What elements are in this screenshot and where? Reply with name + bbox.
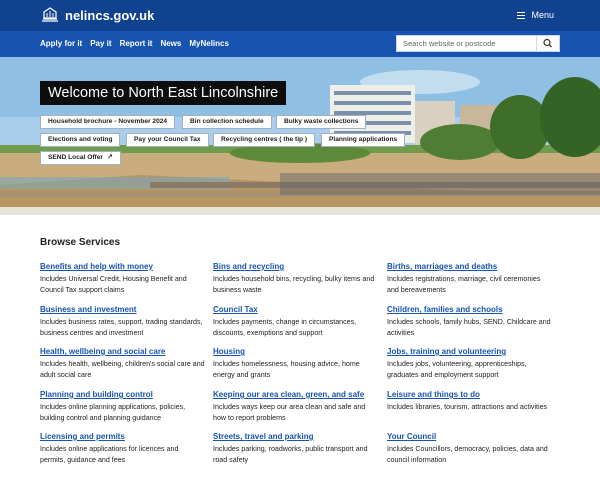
service-benefits: Benefits and help with money Includes Un…: [40, 262, 205, 295]
hamburger-icon: [517, 11, 526, 19]
quick-link-send-local-offer[interactable]: SEND Local Offer ↗: [40, 151, 121, 165]
site-header: nelincs.gov.uk Menu: [0, 0, 600, 31]
service-description: Includes Universal Credit, Housing Benef…: [40, 275, 187, 294]
service-description: Includes online planning applications, p…: [40, 403, 186, 422]
search-icon: [543, 38, 552, 48]
service-link[interactable]: Business and investment: [40, 305, 205, 315]
service-description: Includes ways keep our area clean and sa…: [213, 403, 366, 422]
service-leisure: Leisure and things to do Includes librar…: [387, 390, 552, 413]
service-description: Includes Councillors, democracy, policie…: [387, 445, 548, 464]
service-housing: Housing Includes homelessness, housing a…: [213, 347, 378, 380]
service-health: Health, wellbeing and social care Includ…: [40, 347, 205, 380]
service-link[interactable]: Jobs, training and volunteering: [387, 347, 552, 357]
quick-link-elections[interactable]: Elections and voting: [40, 133, 121, 147]
search-input[interactable]: [397, 36, 535, 51]
service-description: Includes business rates, support, tradin…: [40, 318, 203, 337]
council-logo-icon[interactable]: [40, 6, 60, 24]
hero-title: Welcome to North East Lincolnshire: [40, 81, 287, 105]
service-description: Includes household bins, recycling, bulk…: [213, 275, 375, 294]
service-description: Includes libraries, tourism, attractions…: [387, 403, 548, 411]
service-link[interactable]: Planning and building control: [40, 390, 205, 400]
quick-link-recycling-centres[interactable]: Recycling centres ( the tip ): [213, 133, 316, 147]
service-streets: Streets, travel and parking Includes par…: [213, 432, 378, 465]
service-description: Includes payments, change in circumstanc…: [213, 318, 357, 337]
service-link[interactable]: Leisure and things to do: [387, 390, 552, 400]
service-link[interactable]: Births, marriages and deaths: [387, 262, 552, 272]
service-your-council: Your Council Includes Councillors, democ…: [387, 432, 552, 465]
nav-news[interactable]: News: [160, 39, 181, 48]
nav-report-it[interactable]: Report it: [120, 39, 153, 48]
service-description: Includes registrations, marriage, civil …: [387, 275, 541, 294]
service-description: Includes parking, roadworks, public tran…: [213, 445, 368, 464]
menu-button[interactable]: Menu: [517, 10, 554, 20]
service-description: Includes schools, family hubs, SEND, Chi…: [387, 318, 551, 337]
service-link[interactable]: Health, wellbeing and social care: [40, 347, 205, 357]
main-nav: Apply for it Pay it Report it News MyNel…: [0, 31, 600, 57]
service-link[interactable]: Your Council: [387, 432, 552, 442]
nav-mynelincs[interactable]: MyNelincs: [189, 39, 229, 48]
quick-link-planning-applications[interactable]: Planning applications: [321, 133, 406, 147]
send-local-offer-label: SEND Local Offer: [48, 154, 103, 161]
quick-link-bin-collection[interactable]: Bin collection schedule: [182, 115, 272, 129]
search-box: [396, 35, 560, 52]
service-link[interactable]: Licensing and permits: [40, 432, 205, 442]
service-business: Business and investment Includes busines…: [40, 305, 205, 338]
quick-link-council-tax[interactable]: Pay your Council Tax: [126, 133, 209, 147]
service-description: Includes online applications for licence…: [40, 445, 179, 464]
service-bins: Bins and recycling Includes household bi…: [213, 262, 378, 295]
quick-link-household-brochure[interactable]: Household brochure - November 2024: [40, 115, 176, 129]
service-description: Includes health, wellbeing, children's s…: [40, 360, 205, 379]
browse-services-heading: Browse Services: [40, 237, 121, 248]
service-children: Children, families and schools Includes …: [387, 305, 552, 338]
service-council-tax: Council Tax Includes payments, change in…: [213, 305, 378, 338]
service-births: Births, marriages and deaths Includes re…: [387, 262, 552, 295]
search-button[interactable]: [536, 36, 559, 51]
quick-link-bulky-waste[interactable]: Bulky waste collections: [276, 115, 367, 129]
service-link[interactable]: Benefits and help with money: [40, 262, 205, 272]
service-link[interactable]: Council Tax: [213, 305, 378, 315]
service-link[interactable]: Streets, travel and parking: [213, 432, 378, 442]
service-planning: Planning and building control Includes o…: [40, 390, 205, 423]
service-jobs: Jobs, training and volunteering Includes…: [387, 347, 552, 380]
external-link-icon: ↗: [106, 154, 113, 161]
service-licensing: Licensing and permits Includes online ap…: [40, 432, 205, 465]
nav-apply-for-it[interactable]: Apply for it: [40, 39, 82, 48]
service-description: Includes jobs, volunteering, apprentices…: [387, 360, 527, 379]
service-link[interactable]: Keeping our area clean, green, and safe: [213, 390, 378, 400]
service-link[interactable]: Children, families and schools: [387, 305, 552, 315]
hero-banner: Welcome to North East Lincolnshire House…: [0, 57, 600, 215]
site-name[interactable]: nelincs.gov.uk: [65, 8, 154, 23]
service-clean-green-safe: Keeping our area clean, green, and safe …: [213, 390, 378, 423]
service-description: Includes homelessness, housing advice, h…: [213, 360, 360, 379]
service-link[interactable]: Bins and recycling: [213, 262, 378, 272]
service-link[interactable]: Housing: [213, 347, 378, 357]
menu-label: Menu: [531, 10, 554, 20]
nav-pay-it[interactable]: Pay it: [90, 39, 111, 48]
